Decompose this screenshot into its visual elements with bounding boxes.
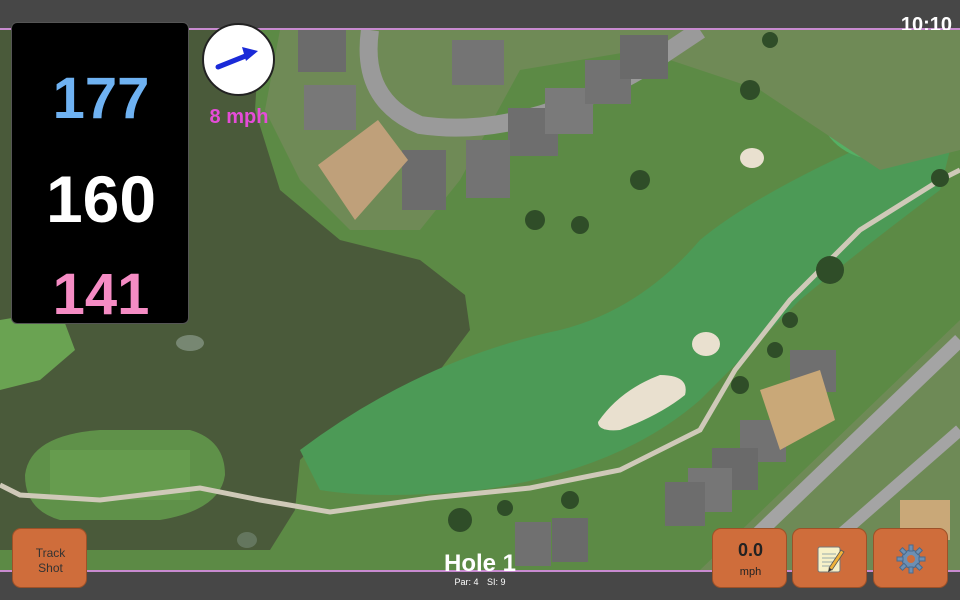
speed-value: 0.0 bbox=[737, 540, 764, 560]
hole-par: Par: 4 bbox=[454, 577, 479, 587]
wind-direction-indicator bbox=[202, 23, 275, 96]
wind-speed: 8 mph bbox=[209, 106, 269, 128]
front-yardage: 141 bbox=[52, 262, 150, 327]
speed-button[interactable]: 0.0 mph bbox=[712, 528, 787, 588]
back-yardage: 177 bbox=[52, 66, 150, 131]
settings-button[interactable] bbox=[873, 528, 948, 588]
hole-info: Par: 4 SI: 9 bbox=[380, 577, 580, 587]
notepad-icon bbox=[817, 546, 845, 573]
gear-icon bbox=[896, 544, 926, 574]
yardage-panel: 177 160 141 bbox=[11, 22, 189, 327]
middle-yardage: 160 bbox=[45, 162, 157, 236]
track-shot-label-line1: Track bbox=[35, 546, 66, 560]
hole-title: Hole 1 bbox=[443, 550, 517, 577]
track-shot-label-line2: Shot bbox=[38, 561, 63, 575]
speed-unit: mph bbox=[739, 566, 762, 578]
track-shot-button[interactable]: Track Shot bbox=[12, 528, 87, 588]
wind-direction-arrow-icon bbox=[215, 47, 258, 70]
notes-button[interactable] bbox=[792, 528, 867, 588]
hole-stroke-index: SI: 9 bbox=[487, 577, 506, 587]
